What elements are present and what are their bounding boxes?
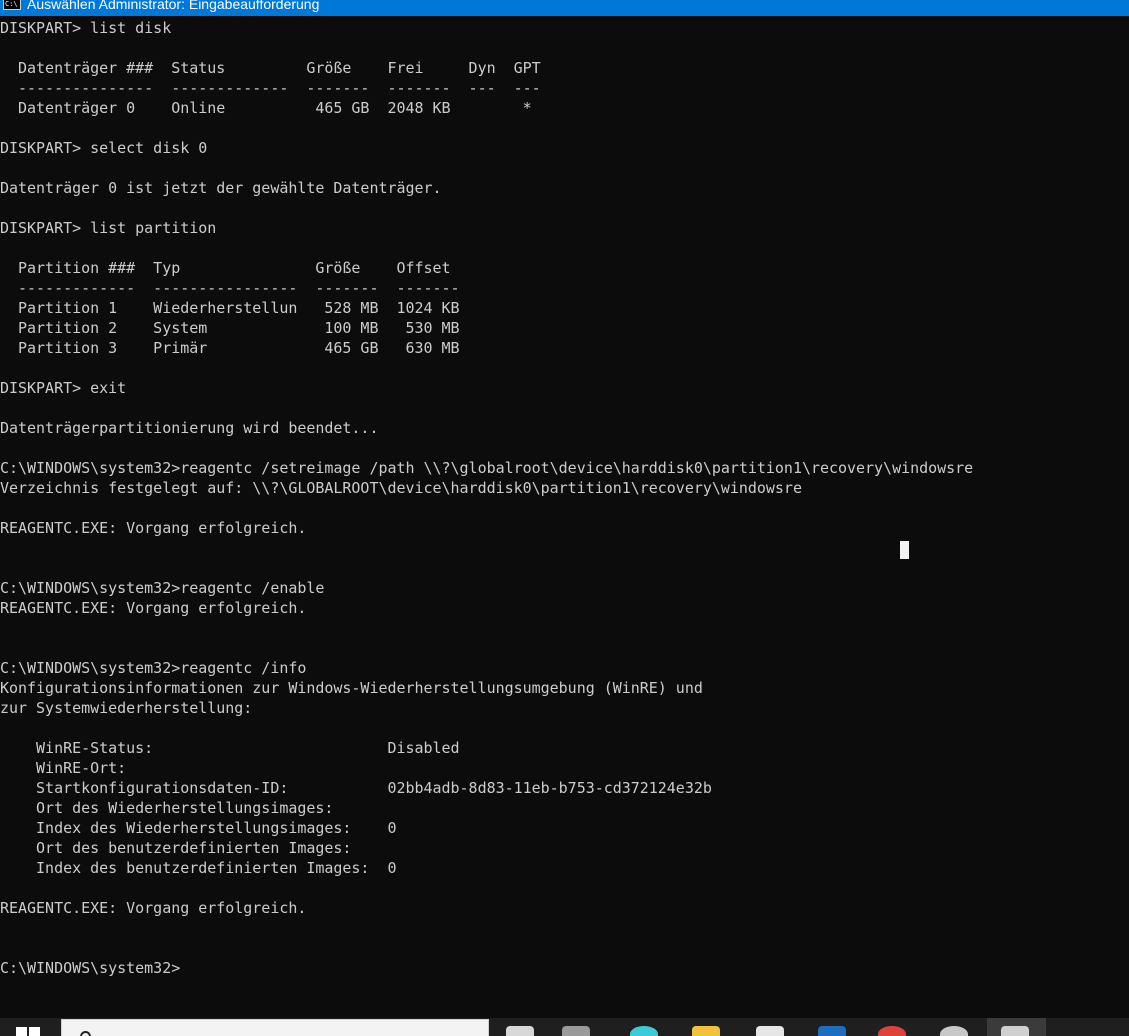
- console-line: Ort des Wiederherstellungsimages:: [0, 799, 334, 817]
- console-line: C:\WINDOWS\system32>: [0, 959, 181, 977]
- console-line: C:\WINDOWS\system32>reagentc /enable: [0, 579, 325, 597]
- console-line: C:\WINDOWS\system32>reagentc /info: [0, 659, 307, 677]
- taskbar: [0, 1018, 1129, 1036]
- console-line: DISKPART> select disk 0: [0, 139, 208, 157]
- task-view-icon[interactable]: [506, 1026, 534, 1036]
- console-line: Datenträgerpartitionierung wird beendet.…: [0, 419, 379, 437]
- console-line: REAGENTC.EXE: Vorgang erfolgreich.: [0, 519, 307, 537]
- console-line: Index des benutzerdefinierten Images: 0: [0, 859, 397, 877]
- windows-start-icon[interactable]: [16, 1027, 42, 1036]
- phone-link-icon[interactable]: [756, 1026, 784, 1036]
- window-title: Auswählen Administrator: Eingabeaufforde…: [27, 0, 320, 12]
- console-line: zur Systemwiederherstellung:: [0, 699, 253, 717]
- console-output[interactable]: DISKPART> list disk Datenträger ### Stat…: [0, 17, 1129, 1018]
- console-line: Datenträger 0 ist jetzt der gewählte Dat…: [0, 179, 442, 197]
- console-line: Datenträger 0 Online 465 GB 2048 KB *: [0, 99, 532, 117]
- console-line: Konfigurationsinformationen zur Windows-…: [0, 679, 703, 697]
- console-line: Verzeichnis festgelegt auf: \\?\GLOBALRO…: [0, 479, 802, 497]
- command-prompt-icon[interactable]: [1001, 1026, 1029, 1036]
- console-line: REAGENTC.EXE: Vorgang erfolgreich.: [0, 599, 307, 617]
- title-bar[interactable]: C:\ Auswählen Administrator: Eingabeauff…: [0, 0, 1129, 16]
- search-icon: [80, 1031, 91, 1036]
- console-line: Ort des benutzerdefinierten Images:: [0, 839, 352, 857]
- console-line: REAGENTC.EXE: Vorgang erfolgreich.: [0, 899, 307, 917]
- console-line: Partition ### Typ Größe Offset: [0, 259, 451, 277]
- edge-icon[interactable]: [630, 1026, 658, 1036]
- cmd-app-icon[interactable]: C:\: [3, 0, 21, 10]
- console-line: WinRE-Ort:: [0, 759, 127, 777]
- taskbar-search-input[interactable]: [61, 1019, 489, 1036]
- app-pinned-2-icon[interactable]: [940, 1026, 968, 1036]
- console-line: DISKPART> list disk: [0, 19, 172, 37]
- console-line: ------------- ---------------- ------- -…: [0, 279, 460, 297]
- console-line: Startkonfigurationsdaten-ID: 02bb4adb-8d…: [0, 779, 712, 797]
- console-line: DISKPART> exit: [0, 379, 127, 397]
- console-line: --------------- ------------- ------- --…: [0, 79, 541, 97]
- console-line: Datenträger ### Status Größe Frei Dyn GP…: [0, 59, 541, 77]
- text-cursor: [900, 541, 909, 559]
- chrome-icon[interactable]: [878, 1026, 906, 1036]
- store-icon[interactable]: [818, 1026, 846, 1036]
- console-line: WinRE-Status: Disabled: [0, 739, 460, 757]
- app-pinned-1-icon[interactable]: [562, 1026, 590, 1036]
- console-line: Index des Wiederherstellungsimages: 0: [0, 819, 397, 837]
- console-line: Partition 2 System 100 MB 530 MB: [0, 319, 460, 337]
- console-line: Partition 1 Wiederherstellun 528 MB 1024…: [0, 299, 460, 317]
- console-line: DISKPART> list partition: [0, 219, 217, 237]
- console-line: C:\WINDOWS\system32>reagentc /setreimage…: [0, 459, 974, 477]
- file-explorer-icon[interactable]: [692, 1026, 720, 1036]
- console-line: Partition 3 Primär 465 GB 630 MB: [0, 339, 460, 357]
